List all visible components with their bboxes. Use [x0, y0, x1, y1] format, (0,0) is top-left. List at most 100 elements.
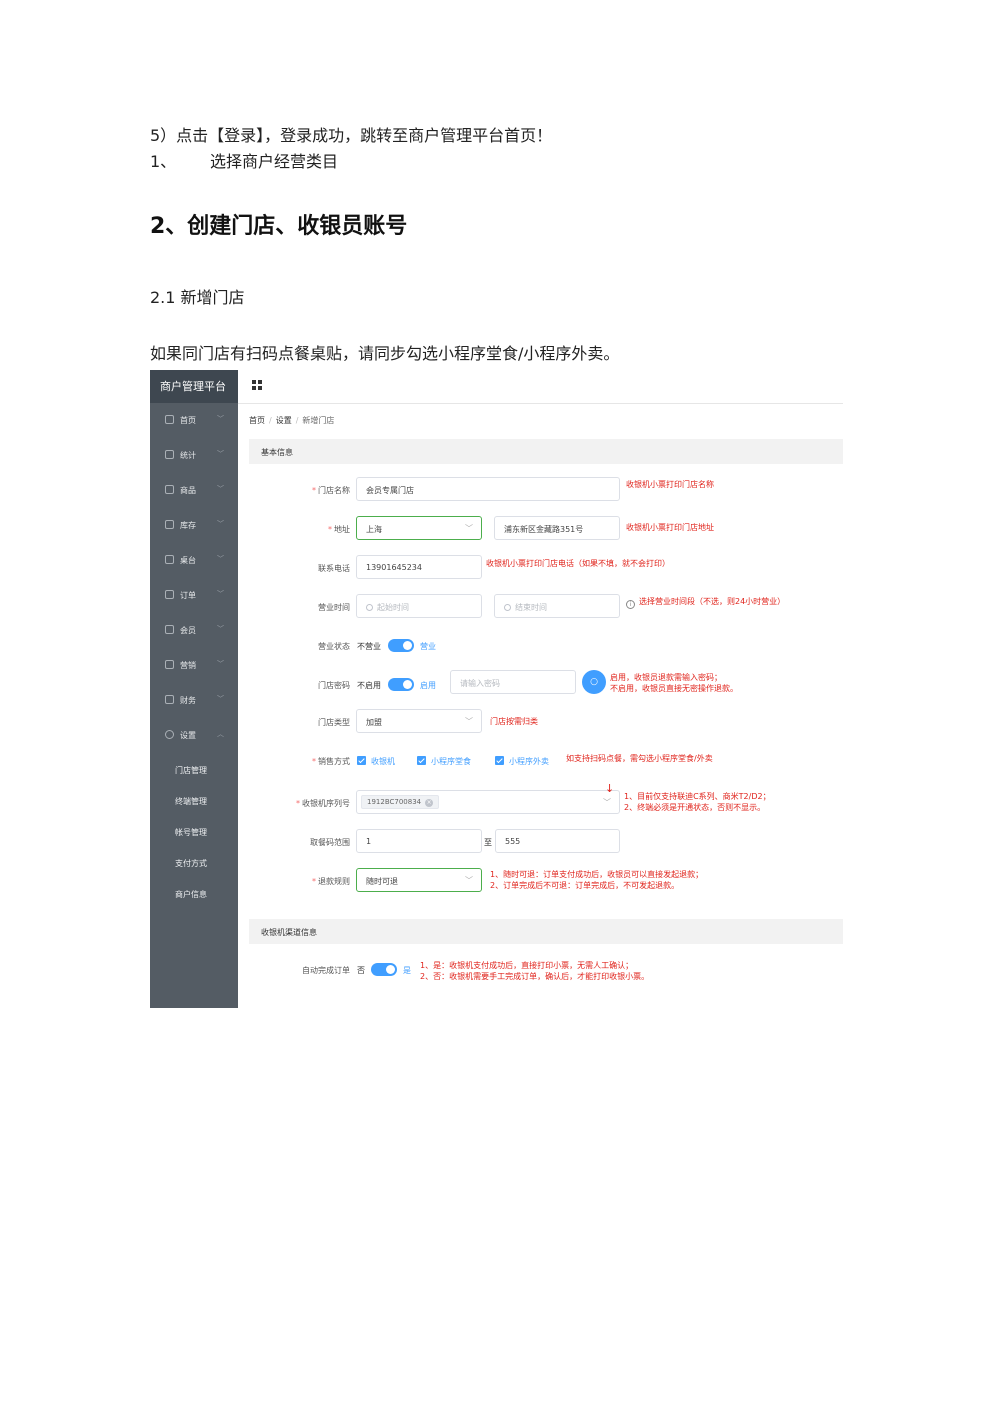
chevron-down-icon: ﹀ — [603, 798, 611, 807]
hours-end-input[interactable]: 结束时间 — [494, 594, 620, 618]
sidebar-item-label: 财务 — [180, 696, 196, 705]
sidebar-item-marketing[interactable]: 营销 ﹀ — [150, 656, 238, 676]
breadcrumb-current: 新增门店 — [302, 416, 335, 425]
sidebar-item-finance[interactable]: 财务 ﹀ — [150, 691, 238, 711]
section-title: 收银机渠道信息 — [261, 928, 317, 937]
sidebar-item-tables[interactable]: 桌台 ﹀ — [150, 551, 238, 571]
breadcrumb-home[interactable]: 首页 — [249, 416, 265, 425]
sidebar-sub-account-management[interactable]: 帐号管理 — [150, 823, 238, 841]
sidebar-sub-merchant-info[interactable]: 商户信息 — [150, 885, 238, 903]
step-1-text: 1、 选择商户经营类目 — [150, 148, 338, 172]
sidebar-item-label: 商品 — [180, 486, 196, 495]
chevron-down-icon: ﹀ — [465, 876, 473, 885]
section-title: 基本信息 — [261, 448, 293, 457]
breadcrumb-separator: / — [295, 416, 299, 425]
sidebar-sub-label: 支付方式 — [175, 859, 207, 868]
trash-icon — [165, 485, 174, 494]
pickup-label: 取餐码范围 — [310, 838, 350, 847]
lock-icon[interactable]: ○ — [582, 670, 606, 694]
city-select[interactable]: 上海 ﹀ — [356, 516, 482, 540]
step-5-text: 5）点击【登录】，登录成功，跳转至商户管理平台首页！ — [150, 126, 553, 145]
serial-note-line: 1、目前仅支持联迪C系列、商米T2/D2； — [624, 792, 771, 801]
hours-end-placeholder: 结束时间 — [515, 603, 547, 612]
refund-select[interactable]: 随时可退 ﹀ — [356, 868, 482, 892]
sidebar-sub-payment-methods[interactable]: 支付方式 — [150, 854, 238, 872]
sidebar-item-label: 设置 — [180, 731, 196, 740]
type-select[interactable]: 加盟 ﹀ — [356, 709, 482, 733]
brand-title: 商户管理平台 — [150, 370, 238, 403]
app-screenshot: 商户管理平台 首页 ﹀ 统计 ﹀ 商品 ﹀ 库存 ﹀ 桌台 ﹀ 订单 ﹀ 会员 ﹀ 营销 ﹀ 财… — [150, 370, 843, 1008]
phone-label: 联系电话 — [318, 564, 350, 573]
hours-start-input[interactable]: 起始时间 — [356, 594, 482, 618]
section-basic-info: 基本信息 — [249, 439, 843, 464]
chevron-down-icon: ﹀ — [217, 415, 224, 423]
pickup-from-input[interactable]: 1 — [356, 829, 482, 853]
serial-tag: 1912BC700834 × — [361, 795, 440, 809]
sidebar-item-members[interactable]: 会员 ﹀ — [150, 621, 238, 641]
chevron-down-icon: ﹀ — [217, 660, 224, 668]
address-label: * 地址 — [328, 525, 350, 534]
sales-opt-dinein-checkbox[interactable] — [417, 756, 426, 765]
sales-note: 如支持扫码点餐，需勾选小程序堂食/外卖 — [566, 754, 713, 763]
pwd-on-label: 启用 — [420, 681, 436, 690]
gear-icon — [165, 730, 174, 739]
sidebar-item-settings[interactable]: 设置 ︿ — [150, 726, 238, 746]
topbar-divider — [238, 403, 843, 404]
clock-icon — [165, 590, 174, 599]
sales-opt-takeout-label: 小程序外卖 — [509, 757, 549, 766]
pwd-input[interactable]: 请输入密码 — [450, 670, 576, 694]
chevron-down-icon: ﹀ — [217, 450, 224, 458]
hours-note: 选择营业时间段（不选，则24小时营业） — [639, 597, 786, 606]
pickup-to-input[interactable]: 555 — [495, 829, 620, 853]
refund-label: * 退款规则 — [312, 877, 350, 886]
sidebar-item-products[interactable]: 商品 ﹀ — [150, 481, 238, 501]
sidebar-item-orders[interactable]: 订单 ﹀ — [150, 586, 238, 606]
sidebar-sub-label: 商户信息 — [175, 890, 207, 899]
grid-menu-icon[interactable] — [252, 380, 263, 391]
sidebar-item-inventory[interactable]: 库存 ﹀ — [150, 516, 238, 536]
database-icon — [165, 695, 174, 704]
store-name-label: * 门店名称 — [312, 486, 350, 495]
street-input[interactable]: 浦东新区金藏路351号 — [494, 516, 620, 540]
sidebar-item-label: 首页 — [180, 416, 196, 425]
sidebar-sub-store-management[interactable]: 门店管理 — [150, 761, 238, 779]
serial-label: * 收银机序列号 — [296, 799, 350, 808]
status-toggle[interactable] — [388, 639, 414, 652]
sidebar-item-label: 统计 — [180, 451, 196, 460]
video-icon — [165, 520, 174, 529]
step-number: 1、 — [150, 152, 177, 171]
store-name-input[interactable]: 会员专属门店 — [356, 477, 620, 501]
step-label: 选择商户经营类目 — [210, 152, 339, 171]
chevron-down-icon: ﹀ — [465, 717, 473, 726]
sales-opt-cashier-checkbox[interactable] — [357, 756, 366, 765]
section-heading: 2、创建门店、收银员账号 — [150, 214, 408, 239]
phone-input[interactable]: 13901645234 — [356, 555, 482, 579]
home-icon — [165, 415, 174, 424]
refund-note-line: 2、订单完成后不可退：订单完成后，不可发起退款。 — [490, 881, 680, 890]
chevron-down-icon: ﹀ — [217, 625, 224, 633]
pwd-toggle[interactable] — [388, 678, 414, 691]
sidebar-item-label: 订单 — [180, 591, 196, 600]
sales-opt-dinein-label: 小程序堂食 — [431, 757, 471, 766]
chevron-up-icon: ︿ — [217, 730, 224, 738]
section-cashier-channel: 收银机渠道信息 — [249, 919, 843, 944]
hours-label: 营业时间 — [318, 603, 350, 612]
close-icon[interactable]: × — [425, 799, 434, 807]
pwd-label: 门店密码 — [318, 681, 350, 690]
status-on-label: 营业 — [420, 642, 436, 651]
refund-note: 1、随时可退：订单支付成功后，收银员可以直接发起退款； 2、订单完成后不可退：订单… — [490, 869, 703, 891]
address-note: 收银机小票打印门店地址 — [626, 523, 714, 532]
sidebar-item-home[interactable]: 首页 ﹀ — [150, 411, 238, 431]
menu-icon — [165, 555, 174, 564]
serial-note-line: 2、终端必须是开通状态，否则不显示。 — [624, 803, 766, 812]
sales-opt-takeout-checkbox[interactable] — [495, 756, 504, 765]
sidebar-item-stats[interactable]: 统计 ﹀ — [150, 446, 238, 466]
type-label: 门店类型 — [318, 718, 350, 727]
auto-toggle[interactable] — [371, 963, 397, 976]
sidebar-sub-label: 门店管理 — [175, 766, 207, 775]
sidebar-item-label: 会员 — [180, 626, 196, 635]
pwd-note-line: 不启用，收银员直接无密操作退款。 — [610, 684, 738, 693]
breadcrumb-settings[interactable]: 设置 — [276, 416, 292, 425]
sidebar-sub-terminal-management[interactable]: 终端管理 — [150, 792, 238, 810]
sidebar-sub-label: 终端管理 — [175, 797, 207, 806]
